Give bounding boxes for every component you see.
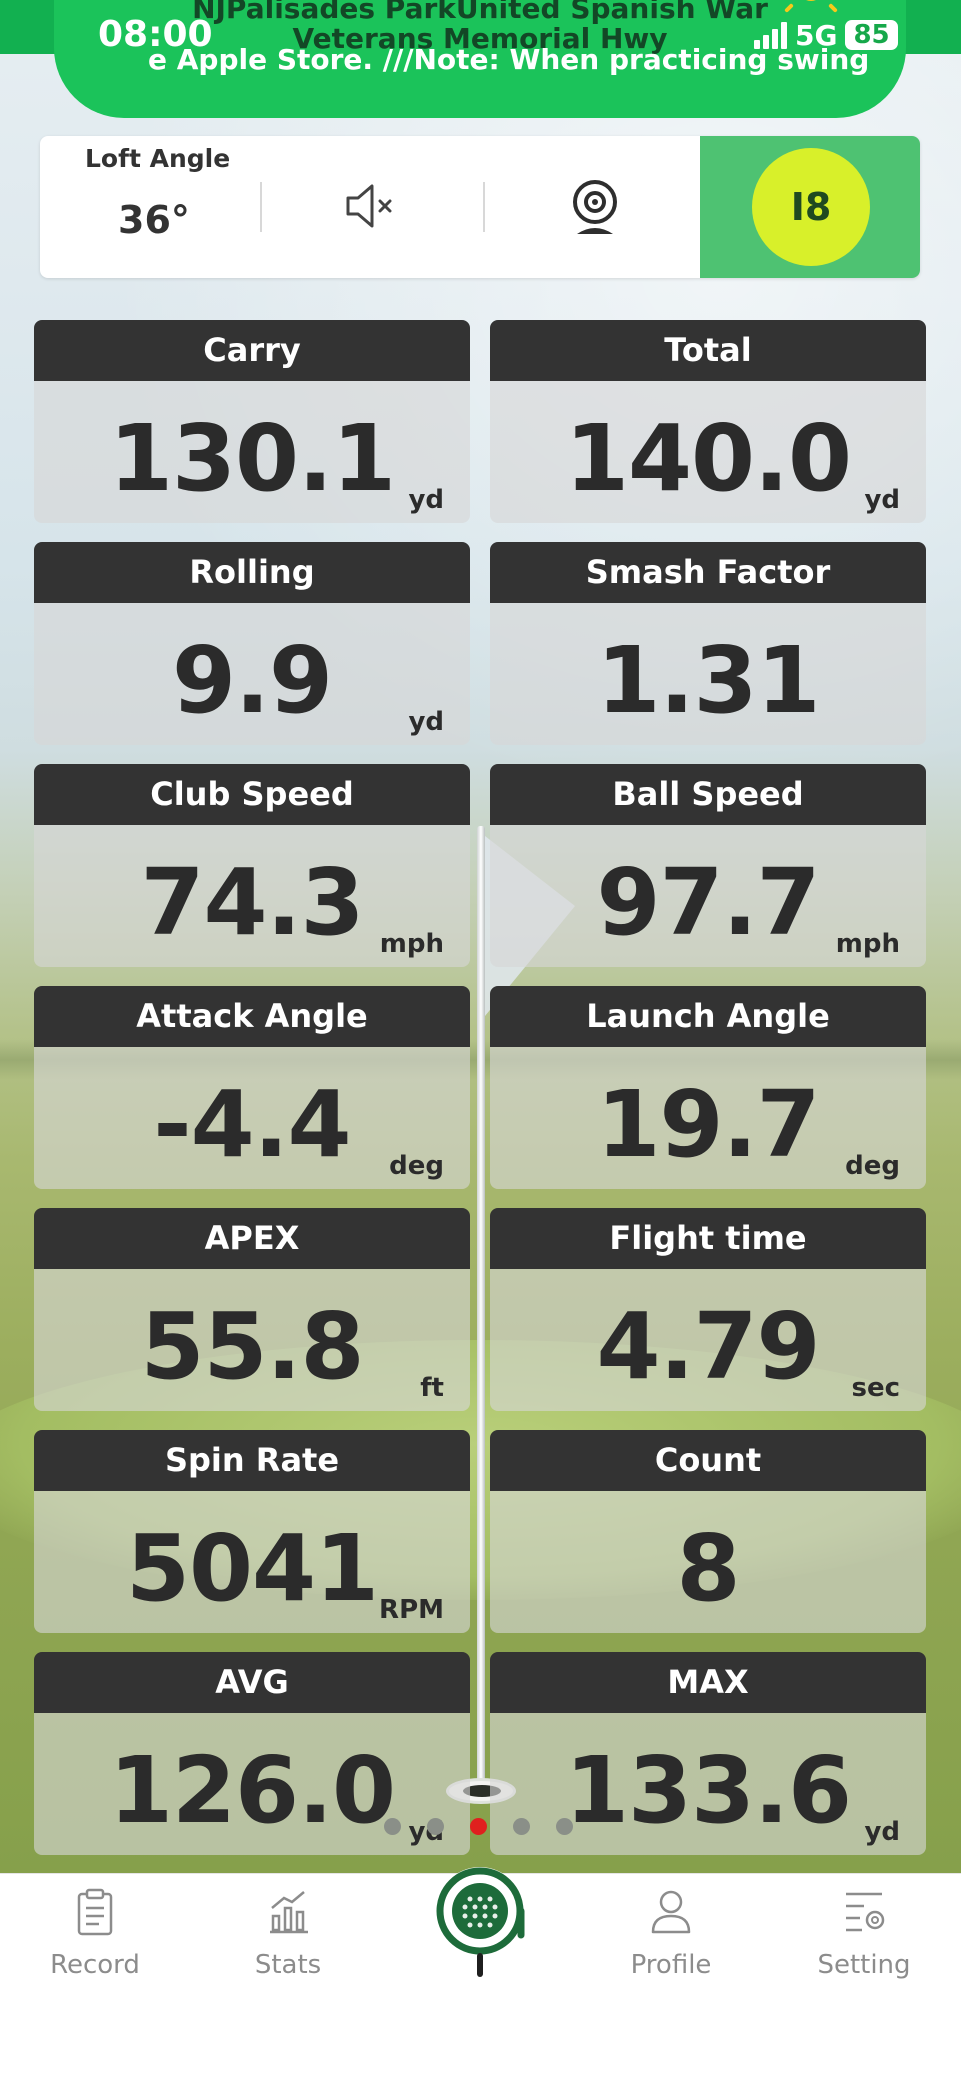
metric-body: 8 (490, 1491, 926, 1633)
metric-card[interactable]: APEX 55.8 ft (34, 1208, 470, 1411)
metric-label: AVG (34, 1652, 470, 1713)
metric-label: Total (490, 320, 926, 381)
network-type: 5G (795, 18, 838, 52)
nav-setting-label: Setting (817, 1950, 911, 1980)
metric-card[interactable]: Rolling 9.9 yd (34, 542, 470, 745)
metric-unit: deg (845, 1151, 900, 1181)
metric-card[interactable]: Carry 130.1 yd (34, 320, 470, 523)
clock: 08:00 (98, 14, 213, 55)
page-dot[interactable] (384, 1818, 401, 1835)
battery-level: 85 (845, 20, 898, 50)
metric-unit: deg (389, 1151, 444, 1181)
metric-label: Flight time (490, 1208, 926, 1269)
metric-label: APEX (34, 1208, 470, 1269)
weather-sun-icon (781, 0, 841, 18)
club-select-button[interactable]: I8 (752, 148, 870, 266)
loft-angle-control[interactable]: Loft Angle 36° (40, 136, 260, 278)
metric-unit: yd (408, 485, 444, 515)
metric-body: 5041 RPM (34, 1491, 470, 1633)
divider (260, 182, 262, 232)
nav-stats-label: Stats (254, 1950, 322, 1980)
speaker-muted-icon (346, 184, 392, 228)
metric-card[interactable]: Launch Angle 19.7 deg (490, 986, 926, 1189)
divider (483, 182, 485, 232)
metric-body: 9.9 yd (34, 603, 470, 745)
metric-unit: yd (864, 1817, 900, 1847)
webcam-icon (573, 180, 617, 234)
metric-card[interactable]: Club Speed 74.3 mph (34, 764, 470, 967)
metric-body: 97.7 mph (490, 825, 926, 967)
metric-unit: yd (864, 485, 900, 515)
metric-card[interactable]: Spin Rate 5041 RPM (34, 1430, 470, 1633)
metric-label: Attack Angle (34, 986, 470, 1047)
club-selector-panel: I8 (700, 136, 920, 278)
metric-label: Rolling (34, 542, 470, 603)
nav-setting[interactable]: Setting (789, 1874, 939, 1980)
bar-chart-icon (270, 1891, 308, 1934)
metric-unit: RPM (379, 1595, 444, 1625)
metric-card[interactable]: Attack Angle -4.4 deg (34, 986, 470, 1189)
metric-body: 19.7 deg (490, 1047, 926, 1189)
status-indicators: 5G 85 (754, 18, 898, 52)
metric-card[interactable]: Smash Factor 1.31 (490, 542, 926, 745)
metric-unit: ft (420, 1373, 444, 1403)
signal-icon (754, 21, 787, 49)
nav-record-label: Record (50, 1950, 140, 1980)
metric-label: Launch Angle (490, 986, 926, 1047)
loft-angle-value: 36° (118, 198, 190, 242)
metric-label: Count (490, 1430, 926, 1491)
page-dot[interactable] (427, 1818, 444, 1835)
metric-label: Carry (34, 320, 470, 381)
person-icon (651, 1890, 691, 1934)
metric-card[interactable]: Flight time 4.79 sec (490, 1208, 926, 1411)
camera-button[interactable] (560, 176, 630, 238)
page-dot[interactable] (556, 1818, 573, 1835)
nav-stats[interactable]: Stats (213, 1874, 363, 1980)
nav-profile-label: Profile (630, 1950, 712, 1980)
metric-body: -4.4 deg (34, 1047, 470, 1189)
clipboard-icon (77, 1888, 113, 1936)
metric-body: 130.1 yd (34, 381, 470, 523)
metric-body: 140.0 yd (490, 381, 926, 523)
nav-record[interactable]: Record (20, 1874, 170, 1980)
metric-card[interactable]: Total 140.0 yd (490, 320, 926, 523)
nav-profile[interactable]: Profile (596, 1874, 746, 1980)
metric-value: 55.8 (140, 1293, 365, 1400)
metric-body: 74.3 mph (34, 825, 470, 967)
loft-angle-label: Loft Angle (85, 144, 231, 173)
golf-ball-icon (436, 1867, 525, 1977)
metric-value: 140.0 (564, 405, 852, 512)
mute-button[interactable] (340, 176, 400, 236)
metric-value: 130.1 (108, 405, 396, 512)
metric-unit: yd (408, 707, 444, 737)
metric-body: 1.31 (490, 603, 926, 745)
metric-card[interactable]: Ball Speed 97.7 mph (490, 764, 926, 967)
metric-label: Spin Rate (34, 1430, 470, 1491)
metric-value: 1.31 (596, 627, 821, 734)
metric-unit: mph (835, 929, 900, 959)
shot-settings-bar: Loft Angle 36° I8 (40, 136, 920, 278)
dynamic-island-banner[interactable]: NJPalisades ParkUnited Spanish War Veter… (54, 0, 906, 118)
flagpole (477, 826, 485, 1786)
metric-value: 8 (676, 1515, 740, 1622)
metric-label: Smash Factor (490, 542, 926, 603)
metric-label: MAX (490, 1652, 926, 1713)
metric-label: Club Speed (34, 764, 470, 825)
metric-value: 9.9 (172, 627, 333, 734)
metric-body: 55.8 ft (34, 1269, 470, 1411)
page-dot[interactable] (513, 1818, 530, 1835)
metric-label: Ball Speed (490, 764, 926, 825)
swing-capture-button[interactable] (433, 1855, 528, 1985)
metric-body: 4.79 sec (490, 1269, 926, 1411)
page-dot-active[interactable] (470, 1818, 487, 1835)
settings-gear-icon (846, 1892, 885, 1932)
page-indicator[interactable] (384, 1818, 573, 1835)
metric-unit: sec (851, 1373, 900, 1403)
metric-card[interactable]: Count 8 (490, 1430, 926, 1633)
metric-unit: mph (379, 929, 444, 959)
